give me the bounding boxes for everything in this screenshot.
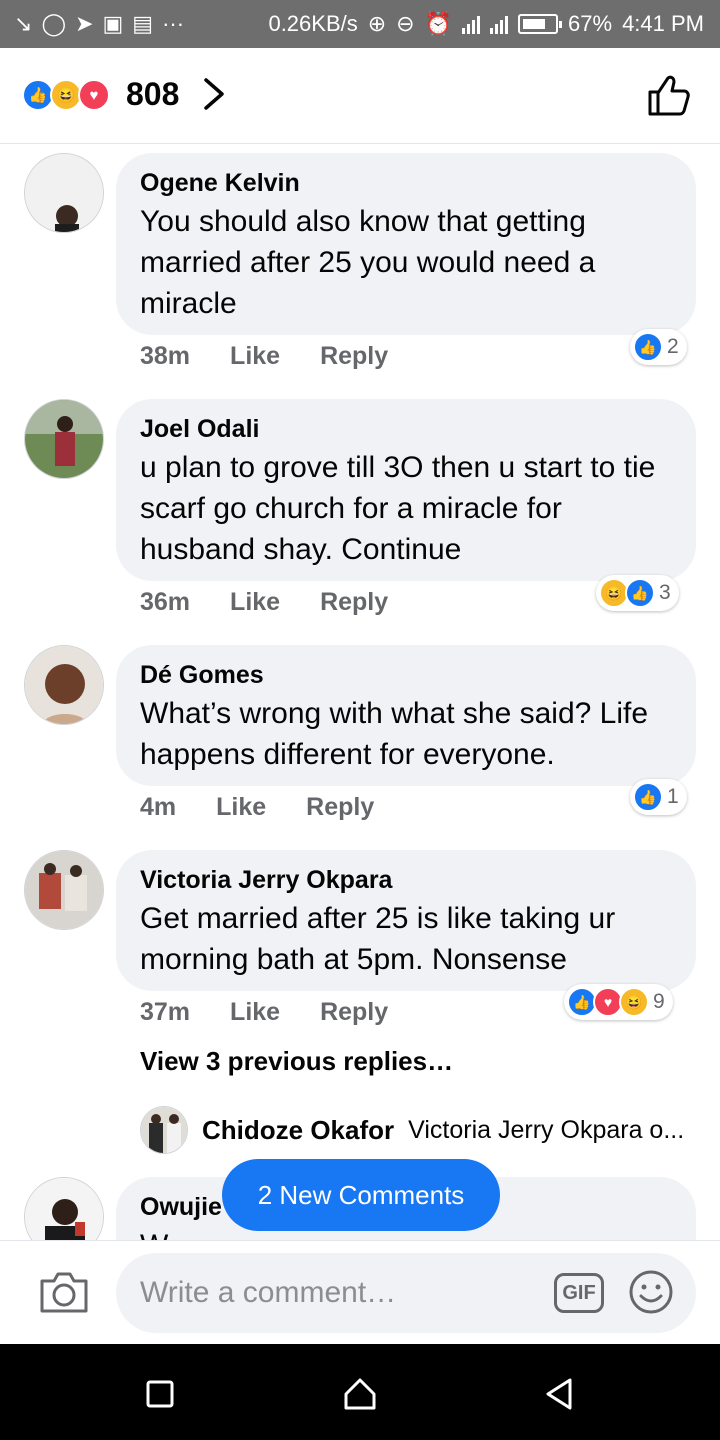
comment-time: 37m [140, 998, 191, 1026]
comment-text: You should also know that getting marrie… [140, 205, 596, 320]
comment-time: 36m [140, 588, 191, 616]
comment-reactions[interactable]: 👍 ♥ 😆 9 [564, 984, 673, 1020]
comment-actions: 38m Like Reply [140, 342, 388, 371]
clock: 4:41 PM [622, 11, 704, 36]
gif-icon[interactable]: GIF [554, 1273, 604, 1313]
recents-icon[interactable] [140, 1374, 180, 1414]
avatar[interactable] [140, 1106, 188, 1154]
like-reaction-icon: 👍 [633, 782, 663, 812]
comment-reaction-count: 9 [653, 990, 665, 1013]
like-button[interactable]: Like [216, 793, 266, 822]
comment-text: Get married after 25 is like taking ur m… [140, 902, 616, 976]
comment-reaction-count: 3 [659, 581, 671, 604]
telegram-icon: ➤ [75, 11, 94, 36]
view-previous-replies[interactable]: View 3 previous replies… [140, 1046, 453, 1077]
avatar[interactable] [24, 153, 104, 233]
home-icon[interactable] [340, 1374, 380, 1414]
net-speed: 0.26KB/s [268, 11, 358, 36]
reply-button[interactable]: Reply [306, 793, 374, 822]
dnd-icon: ⊖ [396, 11, 415, 36]
comment-reaction-count: 2 [667, 335, 679, 358]
reply-button[interactable]: Reply [320, 998, 388, 1027]
missed-call-icon: ↘ [14, 11, 33, 36]
comment-time: 4m [140, 793, 177, 821]
reactions-header[interactable]: 👍 😆 ♥ 808 [0, 48, 720, 144]
reaction-count[interactable]: 808 [126, 76, 179, 113]
battery-percent: 67% [568, 11, 613, 36]
like-reaction-icon: 👍 [633, 332, 663, 362]
signal-2-icon [490, 14, 509, 34]
comment-reactions[interactable]: 😆 👍 3 [596, 575, 679, 611]
comment-author[interactable]: Dé Gomes [140, 659, 672, 691]
gallery-icon: ▤ [132, 11, 154, 36]
data-saver-icon: ⊕ [367, 11, 387, 36]
signal-icon [462, 14, 481, 34]
status-bar: ↘ ◯ ➤ ▣ ▤ ··· 0.26KB/s ⊕ ⊖ ⏰ 67% 4:41 PM [0, 0, 720, 48]
like-button[interactable]: Like [230, 342, 280, 371]
alarm-icon: ⏰ [424, 11, 453, 36]
comment-reaction-count: 1 [667, 785, 679, 808]
reply-author[interactable]: Chidoze Okafor [202, 1115, 394, 1146]
like-button[interactable]: Like [230, 588, 280, 617]
comment-input[interactable] [116, 1253, 696, 1333]
like-button[interactable]: Like [230, 998, 280, 1027]
reaction-icons: 👍 😆 ♥ [22, 79, 110, 111]
like-reaction-icon: 👍 [625, 578, 655, 608]
comment-author[interactable]: Ogene Kelvin [140, 167, 672, 199]
comment-text: What’s wrong with what she said? Life ha… [140, 697, 649, 771]
avatar[interactable] [24, 399, 104, 479]
new-comments-button[interactable]: 2 New Comments [222, 1159, 500, 1231]
reply-button[interactable]: Reply [320, 342, 388, 371]
system-nav-bar [0, 1344, 720, 1440]
comment-bubble[interactable]: Joel Odali u plan to grove till 3O then … [116, 399, 696, 581]
avatar[interactable] [24, 645, 104, 725]
comment-reactions[interactable]: 👍 2 [630, 329, 687, 365]
love-reaction-icon: ♥ [78, 79, 110, 111]
comment-reactions[interactable]: 👍 1 [630, 779, 687, 815]
emoji-icon[interactable] [628, 1269, 674, 1315]
avatar[interactable] [24, 850, 104, 930]
reply-text: Victoria Jerry Okpara o... [408, 1115, 685, 1144]
battery-icon [518, 14, 563, 34]
comment-text: u plan to grove till 3O then u start to … [140, 451, 656, 566]
chevron-right-icon[interactable] [198, 72, 230, 116]
reply-preview[interactable]: Chidoze Okafor Victoria Jerry Okpara o..… [140, 1106, 700, 1154]
instagram-icon: ▣ [102, 11, 124, 36]
like-outline-icon[interactable] [646, 72, 692, 118]
status-right: 0.26KB/s ⊕ ⊖ ⏰ 67% 4:41 PM [268, 11, 704, 37]
whatsapp-icon: ◯ [41, 11, 67, 36]
notification-icons: ↘ ◯ ➤ ▣ ▤ ··· [14, 13, 184, 35]
comment-time: 38m [140, 342, 191, 370]
reply-button[interactable]: Reply [320, 588, 388, 617]
overflow-notifications-icon: ··· [162, 11, 185, 36]
comment-actions: 4m Like Reply [140, 793, 374, 822]
comments-sheet: 👍 😆 ♥ 808 Ogene Kelvin You should also k… [0, 48, 720, 1344]
comment-bubble[interactable]: Ogene Kelvin You should also know that g… [116, 153, 696, 335]
back-icon[interactable] [540, 1374, 580, 1414]
comment-bubble[interactable]: Victoria Jerry Okpara Get married after … [116, 850, 696, 991]
comment-actions: 36m Like Reply [140, 588, 388, 617]
haha-reaction-icon: 😆 [619, 987, 649, 1017]
camera-icon[interactable] [38, 1269, 90, 1315]
comment-bubble[interactable]: Dé Gomes What’s wrong with what she said… [116, 645, 696, 786]
comment-composer: GIF [0, 1240, 720, 1344]
comment-author[interactable]: Victoria Jerry Okpara [140, 864, 672, 896]
comment-actions: 37m Like Reply [140, 998, 388, 1027]
comment-author[interactable]: Joel Odali [140, 413, 672, 445]
